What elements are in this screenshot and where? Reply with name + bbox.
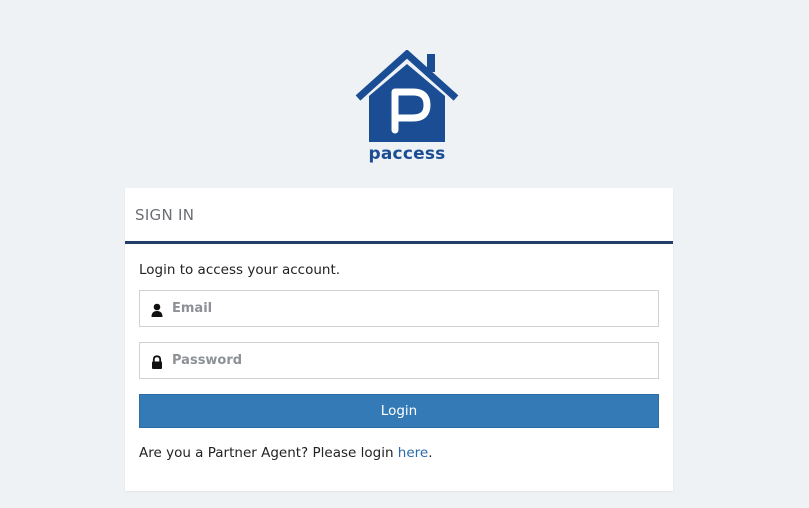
card-body: Login to access your account. Email Logi… — [125, 262, 673, 462]
user-icon — [150, 302, 164, 317]
password-field[interactable] — [139, 342, 659, 379]
password-input[interactable] — [172, 343, 652, 378]
card-header: SIGN IN — [125, 188, 673, 244]
lock-icon — [150, 354, 164, 369]
email-field[interactable] — [139, 290, 659, 327]
intro-text: Login to access your account. — [139, 262, 341, 278]
paccess-logo: paccess — [355, 50, 459, 170]
signin-title: SIGN IN — [135, 205, 195, 224]
partner-prefix: Are you a Partner Agent? Please login — [139, 445, 398, 461]
email-input[interactable] — [172, 291, 652, 326]
signin-card: SIGN IN Login to access your account. Em… — [125, 188, 673, 491]
house-p-logo-icon — [355, 50, 459, 142]
login-page: paccess SIGN IN Login to access your acc… — [0, 0, 809, 508]
partner-login-link[interactable]: here — [398, 445, 428, 461]
brand-name: paccess — [368, 144, 446, 164]
partner-suffix: . — [428, 445, 433, 461]
partner-agent-text: Are you a Partner Agent? Please login he… — [139, 444, 659, 462]
login-button[interactable]: Login — [139, 394, 659, 428]
